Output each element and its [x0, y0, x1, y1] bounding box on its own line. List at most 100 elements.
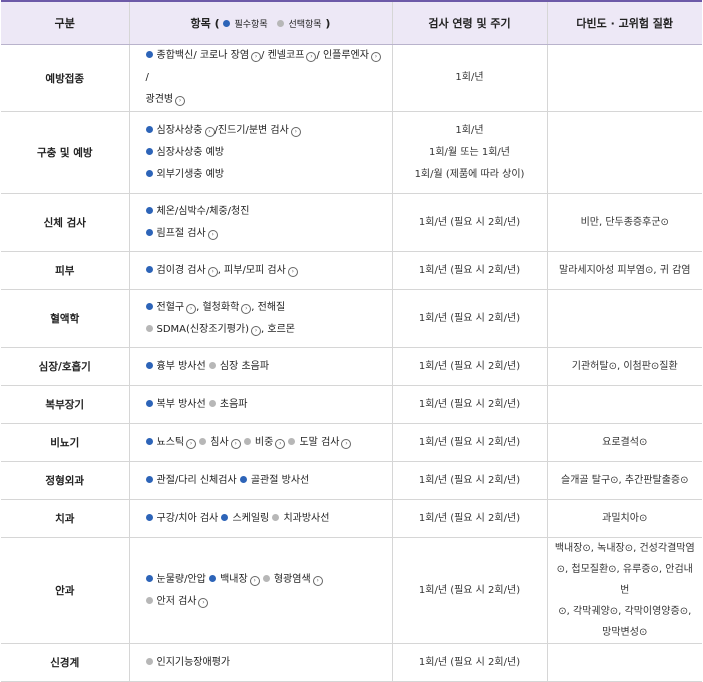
- info-circle-icon[interactable]: ›: [312, 575, 323, 586]
- item-text: / 인플루엔자: [316, 50, 369, 61]
- header-category: 구분: [1, 0, 129, 45]
- item-line: 심장사상충 ›/진드기/분변 검사 ›: [145, 120, 382, 142]
- header-frequency: 검사 연령 및 주기: [391, 0, 547, 45]
- frequency-text: 1회/년 (필요 시 2회/년): [418, 312, 521, 324]
- items-cell: 관절/다리 신체검사 골관절 방사선: [128, 461, 392, 500]
- info-circle-icon[interactable]: ›: [306, 52, 317, 62]
- category-cell: 혈액학: [1, 289, 129, 348]
- info-circle-icon[interactable]: ›: [204, 126, 215, 137]
- optional-dot: [208, 361, 216, 369]
- frequency-cell: 1회/년 (필요 시 2회/년): [391, 461, 547, 500]
- disease-text: 비만, 단두종증후군⊙: [580, 217, 669, 228]
- optional-dot: [199, 437, 207, 445]
- items-cell: 심장사상충 ›/진드기/분변 검사 › 심장사상충 예방외부기생충 예방: [128, 111, 392, 194]
- items-cell: 검이경 검사 ›, 피부/모피 검사 ›: [128, 251, 392, 290]
- item-text: , 호르몬: [261, 323, 295, 335]
- required-dot: [145, 147, 153, 155]
- item-line: 안저 검사 ›: [145, 591, 382, 613]
- disease-text: 백내장⊙, 녹내장⊙, 건성각결막염: [554, 543, 695, 554]
- disease-cell: [546, 44, 702, 112]
- info-circle-icon[interactable]: ›: [249, 575, 260, 586]
- item-line: SDMA(신장조기평가) ›, 호르몬: [145, 319, 382, 341]
- info-circle-icon[interactable]: ›: [207, 229, 218, 240]
- item-line: 관절/다리 신체검사 골관절 방사선: [145, 470, 382, 492]
- required-item: 심장사상충: [156, 124, 203, 136]
- required-dot: [145, 206, 153, 214]
- frequency-cell: 1회/년 (필요 시 2회/년): [391, 193, 547, 252]
- optional-item: 형광염색: [273, 573, 311, 585]
- info-circle-icon[interactable]: ›: [186, 438, 197, 449]
- required-dot: [145, 302, 153, 310]
- items-cell: 복부 방사선 초음파: [128, 385, 392, 424]
- info-circle-icon[interactable]: ›: [287, 266, 298, 277]
- frequency-text: 1회/년 (필요 시 2회/년): [418, 264, 521, 276]
- info-circle-icon[interactable]: ›: [251, 325, 262, 336]
- optional-item: 심장 초음파: [219, 360, 270, 372]
- optional-item: 비중: [254, 436, 274, 448]
- disease-text: ⊙, 첩모질환⊙, 유루증⊙, 안검내번: [556, 564, 693, 596]
- optional-item: 도말 검사: [299, 436, 340, 448]
- frequency-cell: 1회/년 (필요 시 2회/년): [391, 347, 547, 386]
- item-line: 검이경 검사 ›, 피부/모피 검사 ›: [145, 260, 382, 282]
- required-item: 심장사상충 예방: [156, 146, 225, 158]
- frequency-text: 1회/년: [455, 124, 484, 136]
- info-circle-icon[interactable]: ›: [251, 52, 262, 62]
- item-text: / 코로나 장염: [193, 50, 250, 61]
- required-dot: [145, 475, 153, 483]
- required-dot: [209, 574, 217, 582]
- info-circle-icon[interactable]: ›: [275, 438, 286, 449]
- item-line: 구강/치아 검사 스케일링 치과방사선: [145, 508, 382, 530]
- header-items-title: 항목 (: [190, 17, 220, 30]
- info-circle-icon[interactable]: ›: [241, 303, 252, 314]
- disease-cell: 말라세지아성 피부염⊙, 귀 감염: [546, 251, 702, 290]
- table-row: 정형외과 관절/다리 신체검사 골관절 방사선 1회/년 (필요 시 2회/년) 슬개…: [1, 461, 702, 500]
- info-circle-icon[interactable]: ›: [198, 597, 209, 608]
- info-circle-icon[interactable]: ›: [175, 96, 186, 106]
- category-cell: 신경계: [1, 643, 129, 682]
- frequency-cell: 1회/년 (필요 시 2회/년): [391, 423, 547, 462]
- optional-item: 초음파: [219, 398, 248, 410]
- disease-cell: 과밀치아⊙: [546, 499, 702, 538]
- category-cell: 치과: [1, 499, 129, 538]
- item-line: 광견병 ›: [146, 89, 382, 111]
- items-cell: 뇨스틱 › 침사 › 비중 › 도말 검사 ›: [128, 423, 392, 462]
- info-circle-icon[interactable]: ›: [290, 126, 301, 137]
- items-cell: 전혈구 ›, 혈청화학 ›, 전해질 SDMA(신장조기평가) ›, 호르몬: [128, 289, 392, 348]
- info-circle-icon[interactable]: ›: [370, 52, 381, 62]
- disease-cell: [546, 643, 702, 682]
- required-dot: [145, 125, 153, 133]
- item-text: , 혈청화학: [196, 301, 240, 313]
- required-item: 관절/다리 신체검사: [156, 474, 237, 486]
- required-dot: [145, 437, 153, 445]
- disease-cell: 요로결석⊙: [546, 423, 702, 462]
- disease-cell: [546, 385, 702, 424]
- disease-cell: 비만, 단두종증후군⊙: [546, 193, 702, 252]
- info-circle-icon[interactable]: ›: [207, 266, 218, 277]
- optional-legend-dot: [277, 20, 285, 27]
- frequency-cell: 1회/년: [391, 44, 547, 112]
- info-circle-icon[interactable]: ›: [230, 438, 241, 449]
- item-line: 심장사상충 예방: [145, 142, 382, 164]
- disease-cell: [546, 289, 702, 348]
- item-line: 뇨스틱 › 침사 › 비중 › 도말 검사 ›: [145, 432, 382, 454]
- required-item: 검이경 검사: [156, 264, 206, 276]
- item-text: , 전해질: [251, 301, 286, 313]
- item-line: 외부기생충 예방: [145, 164, 382, 186]
- item-text: 광견병: [145, 94, 174, 105]
- table-row: 구충 및 예방 심장사상충 ›/진드기/분변 검사 › 심장사상충 예방 외부기생충 예방…: [1, 111, 702, 194]
- frequency-cell: 1회/년 (필요 시 2회/년): [391, 385, 547, 424]
- info-circle-icon[interactable]: ›: [186, 303, 197, 314]
- required-item: 눈물량/안압: [156, 573, 206, 585]
- items-cell: 구강/치아 검사 스케일링 치과방사선: [128, 499, 392, 538]
- item-line: 눈물량/안압 백내장 › 형광염색 ›: [145, 569, 382, 591]
- info-circle-icon[interactable]: ›: [341, 438, 352, 449]
- required-dot: [145, 51, 153, 58]
- required-dot: [239, 475, 247, 483]
- table-row: 예방접종 종합백신/ 코로나 장염 › / 켄넬코프 › / 인플루엔자 ›/광견병 › 1회/…: [1, 44, 702, 112]
- frequency-text: 1회/년 (필요 시 2회/년): [418, 360, 521, 372]
- item-line: 종합백신/ 코로나 장염 › / 켄넬코프 › / 인플루엔자 ›/: [145, 45, 382, 89]
- header-items: 항목 ( 필수항목 선택항목 ): [128, 0, 392, 45]
- table-row: 치과 구강/치아 검사 스케일링 치과방사선 1회/년 (필요 시 2회/년) 과밀치…: [1, 499, 702, 538]
- required-item: 종합백신: [156, 50, 194, 61]
- table-row: 피부 검이경 검사 ›, 피부/모피 검사 › 1회/년 (필요 시 2회/년) 말라세지…: [1, 251, 702, 290]
